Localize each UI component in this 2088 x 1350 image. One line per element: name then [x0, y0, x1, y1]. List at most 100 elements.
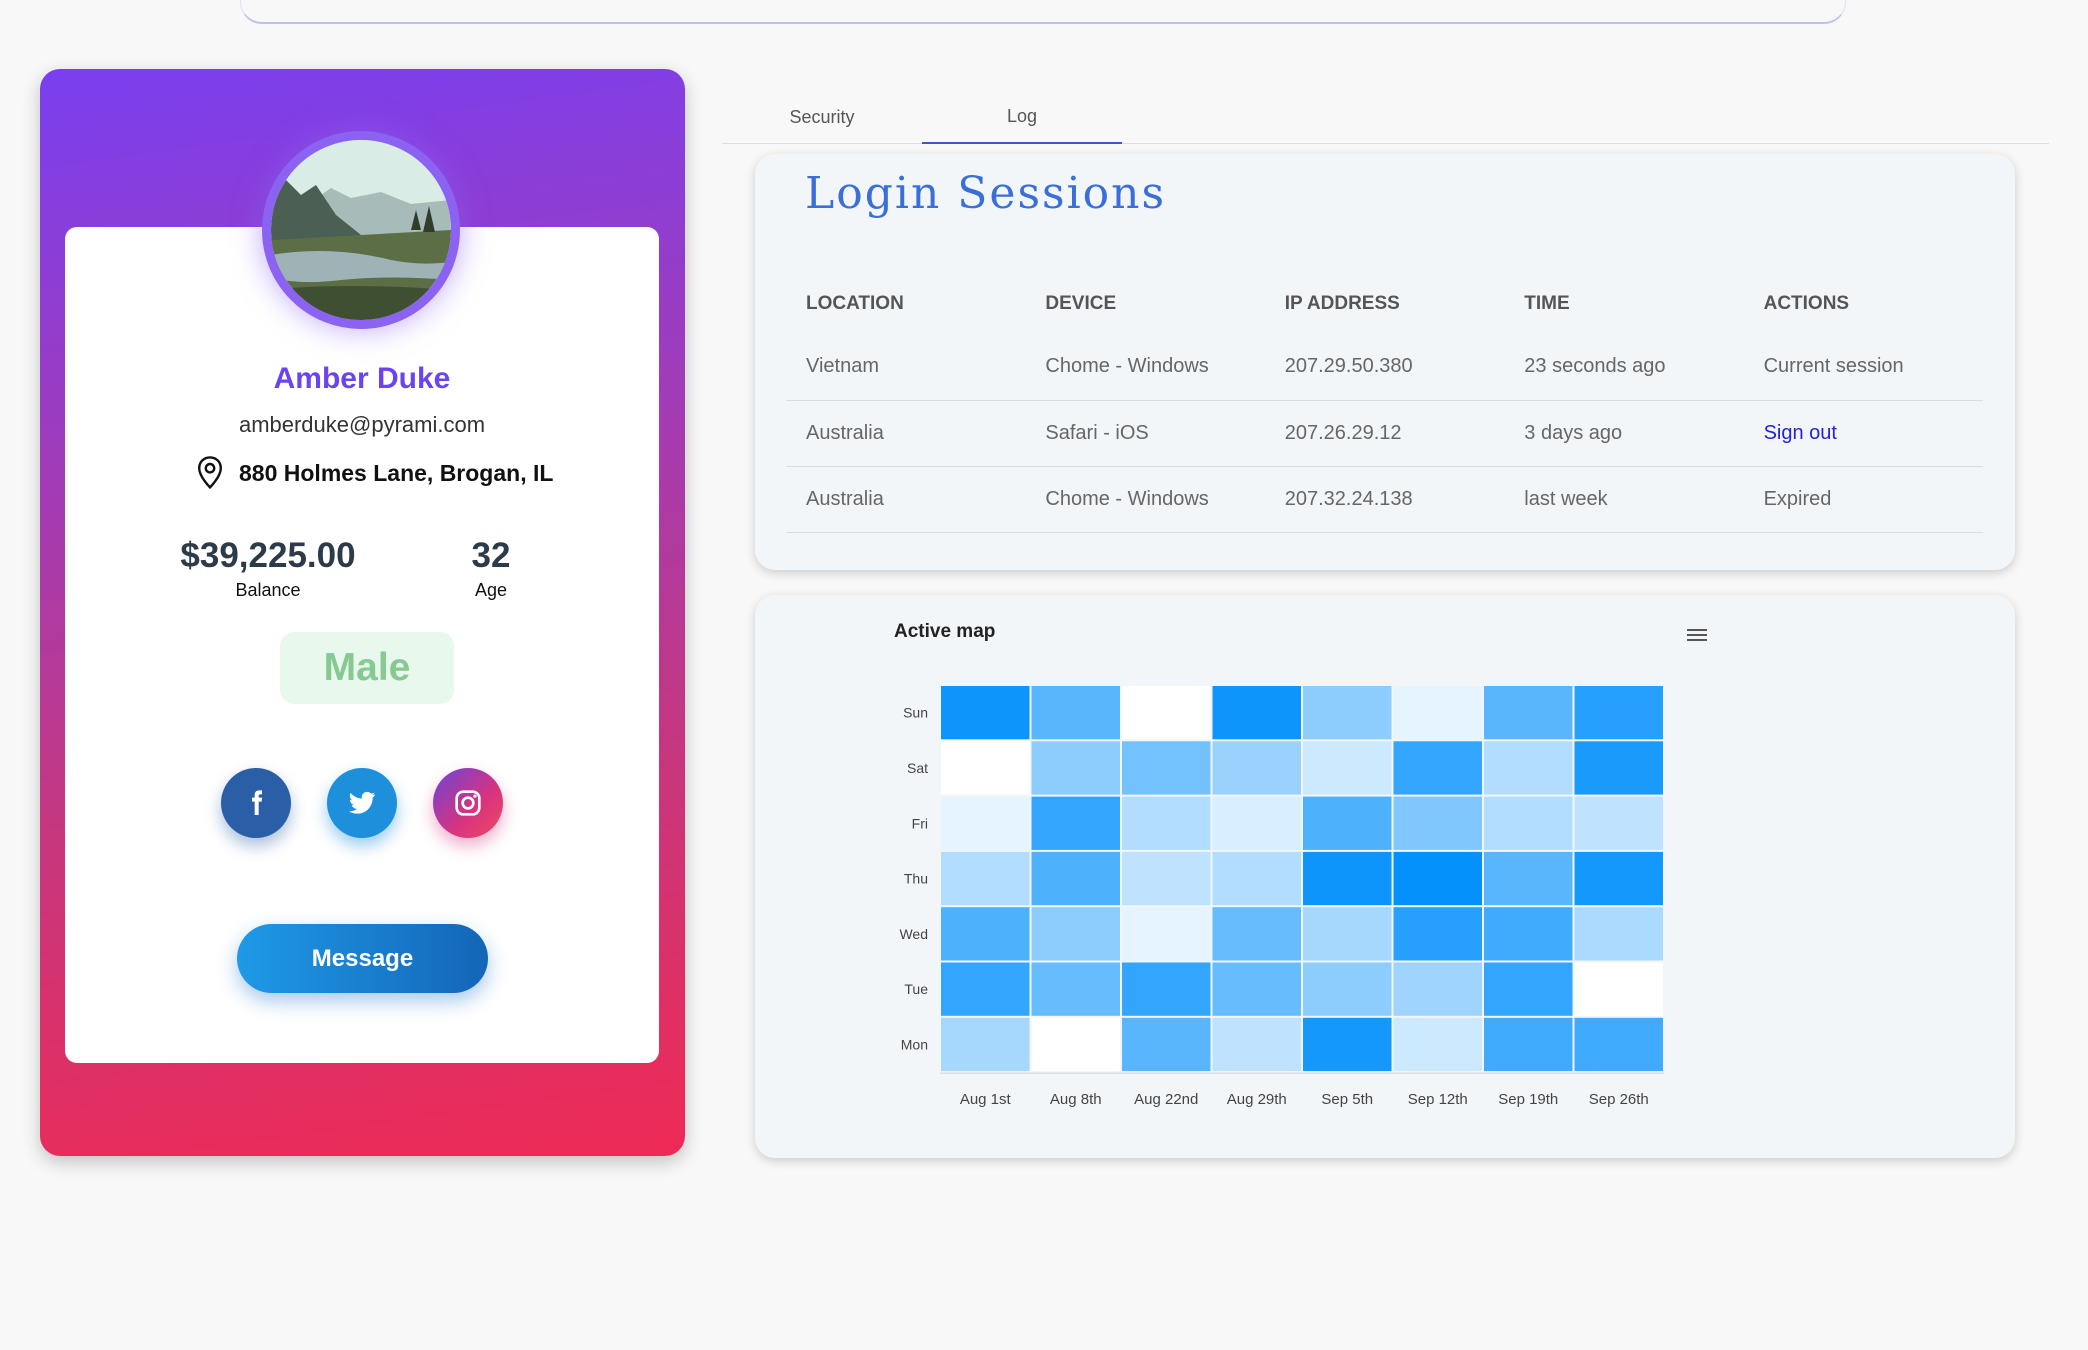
- cell-device: Chome - Windows: [1025, 466, 1265, 533]
- heatmap-cell[interactable]: [1303, 1017, 1392, 1072]
- heatmap-cell[interactable]: [1574, 962, 1664, 1016]
- balance-label: Balance: [235, 580, 301, 600]
- heatmap-cell[interactable]: [1574, 851, 1664, 906]
- heatmap-cell[interactable]: [1031, 1017, 1121, 1072]
- heatmap-cell[interactable]: [1484, 796, 1573, 850]
- heatmap-cell[interactable]: [1393, 962, 1483, 1016]
- heatmap-cell[interactable]: [941, 796, 1030, 850]
- message-button[interactable]: Message: [237, 924, 488, 993]
- heatmap-cell[interactable]: [941, 851, 1030, 906]
- gender-badge: Male: [280, 632, 454, 704]
- heatmap-cell[interactable]: [1393, 907, 1483, 961]
- facebook-icon: [252, 790, 263, 815]
- heatmap-cell[interactable]: [1212, 851, 1302, 906]
- heatmap-cell[interactable]: [1122, 1017, 1211, 1072]
- column-header-device: DEVICE: [1045, 293, 1117, 314]
- heatmap-cell[interactable]: [1031, 796, 1121, 850]
- location-pin-icon: [197, 456, 223, 490]
- heatmap-cell[interactable]: [1212, 686, 1302, 740]
- twitter-icon: [348, 791, 376, 814]
- heatmap-cell[interactable]: [1393, 1017, 1483, 1072]
- heatmap-cell[interactable]: [1303, 851, 1392, 906]
- heatmap-cell[interactable]: [1484, 907, 1573, 961]
- cell-action: Expired: [1743, 466, 1983, 533]
- heatmap-cell[interactable]: [1122, 962, 1211, 1016]
- heatmap-cell[interactable]: [1122, 796, 1211, 850]
- avatar: [262, 131, 460, 329]
- heatmap-cell[interactable]: [1031, 907, 1121, 961]
- heatmap-column-label: Aug 22nd: [1134, 1091, 1198, 1108]
- heatmap-column-label: Sep 19th: [1498, 1091, 1558, 1108]
- heatmap-cell[interactable]: [1574, 1017, 1664, 1072]
- cell-action: Current session: [1743, 334, 1983, 401]
- heatmap-column-label: Aug 1st: [960, 1091, 1012, 1108]
- heatmap-cell[interactable]: [941, 1017, 1030, 1072]
- heatmap-cell[interactable]: [1484, 1017, 1573, 1072]
- heatmap-cell[interactable]: [1122, 907, 1211, 961]
- heatmap-cell[interactable]: [1303, 796, 1392, 850]
- login-sessions-title: Login Sessions: [805, 168, 1167, 219]
- heatmap-cell[interactable]: [1574, 907, 1664, 961]
- heatmap-cell[interactable]: [1484, 741, 1573, 795]
- heatmap-cell[interactable]: [1393, 796, 1483, 850]
- heatmap-cell[interactable]: [1212, 907, 1302, 961]
- heatmap-cell[interactable]: [1393, 851, 1483, 906]
- heatmap-cell[interactable]: [1303, 686, 1392, 740]
- facebook-button[interactable]: [221, 768, 291, 838]
- twitter-button[interactable]: [327, 768, 397, 838]
- cell-ip: 207.26.29.12: [1264, 400, 1505, 467]
- heatmap-cell[interactable]: [1031, 741, 1121, 795]
- heatmap-row-label: Mon: [901, 1036, 928, 1052]
- heatmap-column-label: Aug 29th: [1227, 1091, 1287, 1108]
- heatmap-cell[interactable]: [1574, 741, 1664, 795]
- active-map-heatmap: Sun Sat Fri Thu Wed Tue Mon Aug 1st Aug 8th Aug 2…: [899, 686, 1664, 1108]
- heatmap-row-label: Thu: [904, 871, 928, 887]
- cell-location: Australia: [786, 400, 1026, 467]
- heatmap-cell[interactable]: [1212, 1017, 1302, 1072]
- heatmap-cell[interactable]: [1303, 907, 1392, 961]
- heatmap-column-label: Sep 5th: [1321, 1091, 1373, 1108]
- heatmap-cell[interactable]: [1212, 796, 1302, 850]
- heatmap-cell[interactable]: [1484, 686, 1573, 740]
- instagram-button[interactable]: [433, 768, 503, 838]
- heatmap-cell[interactable]: [1303, 962, 1392, 1016]
- heatmap-cell[interactable]: [1031, 851, 1121, 906]
- active-map-card: Active map Sun Sat Fri Thu Wed Tue Mon Aug 1st A…: [755, 595, 2015, 1158]
- heatmap-cell[interactable]: [941, 741, 1030, 795]
- sign-out-link[interactable]: Sign out: [1743, 400, 1983, 467]
- age-label: Age: [474, 580, 508, 600]
- heatmap-column-label: Sep 12th: [1408, 1091, 1468, 1108]
- login-sessions-card: Login Sessions LOCATION DEVICE IP ADDRES…: [755, 154, 2015, 570]
- heatmap-cell[interactable]: [1031, 962, 1121, 1016]
- table-row: Vietnam Chome - Windows 207.29.50.380 23…: [786, 334, 1983, 401]
- heatmap-cell[interactable]: [941, 686, 1030, 740]
- heatmap-cell[interactable]: [1303, 741, 1392, 795]
- heatmap-cell[interactable]: [1393, 686, 1483, 740]
- heatmap-cell[interactable]: [941, 962, 1030, 1016]
- heatmap-cell[interactable]: [1122, 851, 1211, 906]
- heatmap-cell[interactable]: [1122, 741, 1211, 795]
- top-strip: [240, 0, 1846, 24]
- heatmap-row-label: Sat: [907, 760, 928, 776]
- heatmap-cell[interactable]: [1212, 741, 1302, 795]
- heatmap-cell[interactable]: [1393, 741, 1483, 795]
- heatmap-row-label: Wed: [899, 926, 928, 942]
- balance-stat: $39,225.00 Balance: [168, 536, 368, 601]
- heatmap-cell[interactable]: [1484, 851, 1573, 906]
- page: Amber Duke amberduke@pyrami.com 880 Holm…: [0, 0, 2088, 1350]
- column-header-actions: ACTIONS: [1763, 293, 1850, 314]
- heatmap-row-label: Tue: [904, 981, 928, 997]
- heatmap-cell[interactable]: [1574, 796, 1664, 850]
- heatmap-cell[interactable]: [1574, 686, 1664, 740]
- cell-time: last week: [1504, 466, 1744, 533]
- heatmap-cell[interactable]: [1484, 962, 1573, 1016]
- age-stat: 32 Age: [440, 536, 542, 601]
- heatmap-cell[interactable]: [1122, 686, 1211, 740]
- tab-log[interactable]: Log: [922, 90, 1122, 144]
- heatmap-cell[interactable]: [1031, 686, 1121, 740]
- address-text: 880 Holmes Lane, Brogan, IL: [239, 459, 554, 486]
- heatmap-cell[interactable]: [1212, 962, 1302, 1016]
- heatmap-cell[interactable]: [941, 907, 1030, 961]
- tab-security[interactable]: Security: [722, 90, 922, 144]
- table-header-row: LOCATION DEVICE IP ADDRESS TIME ACTIONS: [786, 274, 1983, 334]
